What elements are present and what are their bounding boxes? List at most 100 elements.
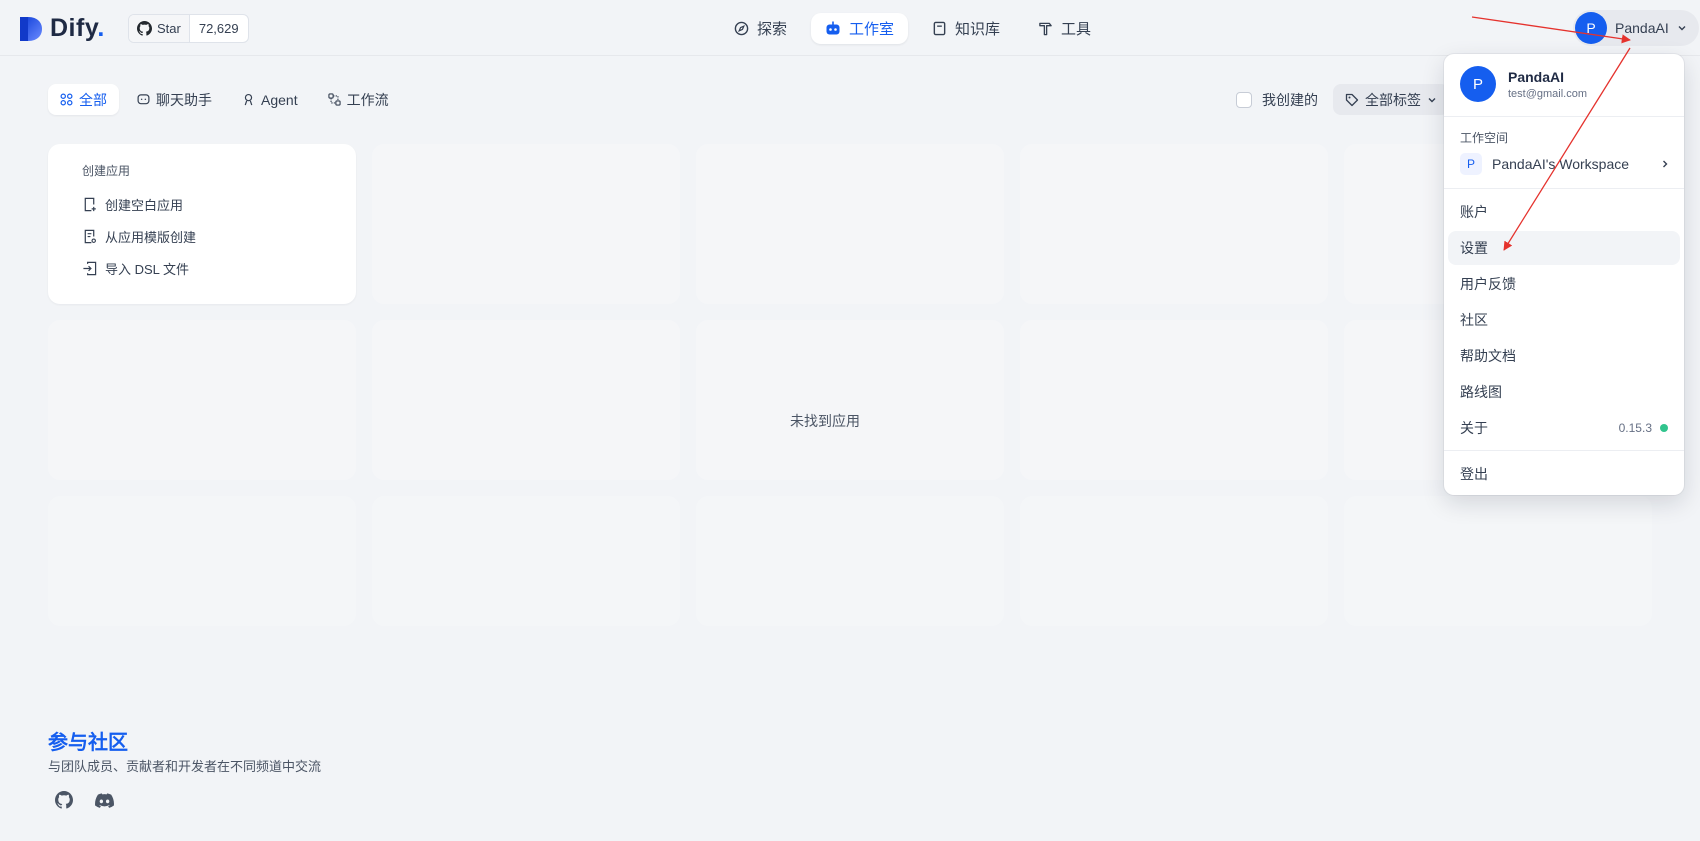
menu-item-label: 帮助文档 xyxy=(1460,348,1516,364)
discord-icon xyxy=(94,792,114,808)
community-subtitle: 与团队成员、贡献者和开发者在不同频道中交流 xyxy=(48,759,322,774)
workspace-badge: P xyxy=(1460,153,1482,175)
github-icon xyxy=(55,791,73,809)
menu-item-about[interactable]: 关于 0.15.3 xyxy=(1448,411,1680,445)
tab-agent[interactable]: Agent xyxy=(230,84,310,115)
import-icon xyxy=(83,261,97,275)
tag-icon xyxy=(1345,93,1359,106)
user-dropdown-menu: P PandaAI test@gmail.com 工作空间 P PandaAI'… xyxy=(1444,54,1684,495)
github-star-button[interactable]: Star xyxy=(129,15,190,42)
chevron-down-icon xyxy=(1428,97,1436,102)
menu-item-settings[interactable]: 设置 xyxy=(1448,231,1680,265)
app-card-placeholder xyxy=(1020,144,1328,304)
version-number: 0.15.3 xyxy=(1618,421,1652,435)
dify-logo[interactable]: Dify. xyxy=(18,14,105,43)
app-card-placeholder xyxy=(696,496,1004,626)
agent-icon xyxy=(244,93,253,106)
create-app-title: 创建应用 xyxy=(82,164,131,178)
menu-divider xyxy=(1444,116,1684,117)
create-from-template[interactable]: 从应用模版创建 xyxy=(82,220,322,252)
compass-icon xyxy=(734,21,749,36)
tag-filter-select[interactable]: 全部标签 xyxy=(1333,84,1449,115)
menu-item-label: 社区 xyxy=(1460,312,1488,328)
tab-all-label: 全部 xyxy=(79,91,107,108)
menu-item-feedback[interactable]: 用户反馈 xyxy=(1448,267,1680,301)
tab-workflow[interactable]: 工作流 xyxy=(316,84,401,115)
create-from-template-label: 从应用模版创建 xyxy=(105,229,197,245)
nav-explore[interactable]: 探索 xyxy=(720,13,801,44)
menu-user-info: P PandaAI test@gmail.com xyxy=(1460,66,1587,102)
version-info: 0.15.3 xyxy=(1619,421,1668,435)
app-card-placeholder xyxy=(1020,496,1328,626)
chat-icon xyxy=(137,94,150,105)
nav-studio[interactable]: 工作室 xyxy=(811,13,909,44)
tab-all[interactable]: 全部 xyxy=(48,84,119,115)
nav-explore-label: 探索 xyxy=(757,21,788,38)
app-card-placeholder xyxy=(372,144,680,304)
menu-item-label: 账户 xyxy=(1460,204,1488,220)
menu-item-account[interactable]: 账户 xyxy=(1448,195,1680,229)
menu-avatar: P xyxy=(1460,66,1496,102)
menu-item-label: 设置 xyxy=(1460,240,1488,256)
github-link[interactable] xyxy=(52,788,76,812)
dify-logo-icon xyxy=(20,16,42,41)
workspace-selector[interactable]: P PandaAI's Workspace xyxy=(1460,152,1670,176)
create-blank-app-label: 创建空白应用 xyxy=(105,197,184,213)
workspace-label: 工作空间 xyxy=(1460,131,1509,145)
app-card-placeholder xyxy=(48,320,356,480)
robot-icon xyxy=(826,21,840,35)
avatar: P xyxy=(1575,12,1607,44)
workspace-name: PandaAI's Workspace xyxy=(1492,156,1630,172)
chevron-right-icon xyxy=(1663,160,1668,168)
nav-knowledge[interactable]: 知识库 xyxy=(918,13,1014,44)
tab-workflow-label: 工作流 xyxy=(346,91,389,108)
app-card-placeholder xyxy=(1344,496,1652,626)
app-window: Dify. Star 72,629 探索 工作室 知识库 工具 P PandaA… xyxy=(0,0,1700,841)
menu-item-label: 关于 xyxy=(1460,420,1488,436)
app-card-placeholder xyxy=(372,320,680,480)
menu-item-label: 路线图 xyxy=(1460,384,1502,400)
menu-user-email: test@gmail.com xyxy=(1508,87,1588,100)
workflow-icon xyxy=(327,93,341,106)
nav-tools-label: 工具 xyxy=(1061,21,1092,38)
menu-divider xyxy=(1444,450,1684,451)
menu-item-logout[interactable]: 登出 xyxy=(1448,457,1680,491)
empty-state-text: 未找到应用 xyxy=(790,413,860,429)
created-by-me-filter[interactable]: 我创建的 xyxy=(1236,90,1318,110)
github-star-label: Star xyxy=(157,21,181,36)
top-bar: Dify. Star 72,629 探索 工作室 知识库 工具 P PandaA… xyxy=(0,0,1700,56)
discord-link[interactable] xyxy=(92,788,116,812)
main-nav: 探索 工作室 知识库 工具 xyxy=(720,13,1105,44)
menu-item-community[interactable]: 社区 xyxy=(1448,303,1680,337)
created-by-me-checkbox[interactable] xyxy=(1236,92,1252,108)
app-card-placeholder xyxy=(696,320,1004,480)
nav-knowledge-label: 知识库 xyxy=(955,21,1001,38)
import-dsl-label: 导入 DSL 文件 xyxy=(105,261,190,277)
tab-agent-label: Agent xyxy=(261,91,298,108)
menu-item-help-docs[interactable]: 帮助文档 xyxy=(1448,339,1680,373)
app-card-placeholder xyxy=(1020,320,1328,480)
brand-name-text: Dify xyxy=(50,14,98,42)
tag-filter-label: 全部标签 xyxy=(1365,91,1421,108)
hammer-icon xyxy=(1039,22,1052,36)
import-dsl-file[interactable]: 导入 DSL 文件 xyxy=(82,252,322,284)
github-star-widget[interactable]: Star 72,629 xyxy=(128,14,249,43)
file-plus-icon xyxy=(84,197,96,211)
create-blank-app[interactable]: 创建空白应用 xyxy=(82,188,322,220)
brand-dot: . xyxy=(97,14,105,42)
tab-chat[interactable]: 聊天助手 xyxy=(125,84,224,115)
app-card-placeholder xyxy=(696,144,1004,304)
create-app-card: 创建应用 创建空白应用 从应用模版创建 导入 DSL 文件 xyxy=(48,144,356,304)
menu-user-name: PandaAI xyxy=(1508,68,1565,85)
book-icon xyxy=(933,21,946,36)
user-name: PandaAI xyxy=(1615,20,1669,36)
app-card-placeholder xyxy=(372,496,680,626)
menu-divider xyxy=(1444,188,1684,189)
nav-tools[interactable]: 工具 xyxy=(1024,13,1105,44)
tab-chat-label: 聊天助手 xyxy=(156,91,212,108)
status-dot xyxy=(1660,424,1668,432)
menu-item-roadmap[interactable]: 路线图 xyxy=(1448,375,1680,409)
app-card-placeholder xyxy=(48,496,356,626)
user-menu-button[interactable]: P PandaAI xyxy=(1573,10,1699,46)
created-by-me-label: 我创建的 xyxy=(1262,92,1318,108)
